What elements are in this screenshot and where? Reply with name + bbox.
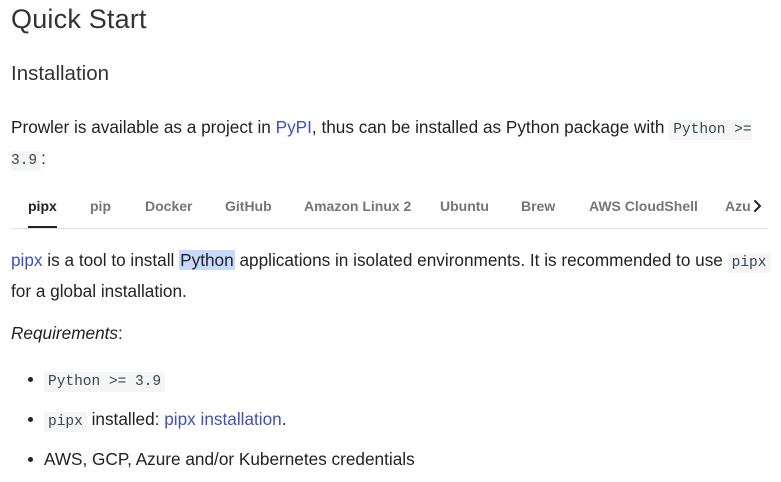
credentials-text: AWS, GCP, Azure and/or Kubernetes creden… (44, 449, 415, 469)
pipx-installation-link[interactable]: pipx installation (164, 409, 282, 429)
bullet-dot (28, 377, 33, 382)
desc-text-3: for a global installation. (11, 281, 187, 301)
pypi-link[interactable]: PyPI (276, 117, 312, 137)
desc-text-1: is a tool to install (42, 250, 180, 270)
intro-paragraph: Prowler is available as a project in PyP… (11, 113, 771, 175)
tab-amazon-linux-2[interactable]: Amazon Linux 2 (304, 186, 411, 226)
section-heading-installation: Installation (11, 62, 110, 85)
page-title: Quick Start (11, 4, 147, 34)
python-version-requirement-code: Python >= 3.9 (44, 372, 166, 392)
desc-text-2: applications in isolated environments. I… (234, 250, 728, 270)
tab-azure-partial[interactable]: Azu (725, 186, 751, 226)
requirements-label: Requirements (11, 323, 118, 343)
list-item-credentials: AWS, GCP, Azure and/or Kubernetes creden… (11, 445, 415, 473)
chevron-right-icon[interactable] (750, 196, 766, 216)
intro-text-middle: , thus can be installed as Python packag… (311, 117, 670, 137)
tab-pip[interactable]: pip (90, 186, 111, 226)
intro-text-end: : (41, 148, 46, 168)
tab-docker[interactable]: Docker (145, 186, 192, 226)
pipx-link[interactable]: pipx (11, 250, 43, 270)
list-item-pipx: pipx installed: pipx installation. (11, 405, 415, 436)
requirements-heading: Requirements: (11, 320, 123, 346)
tab-pipx[interactable]: pipx (28, 186, 57, 228)
highlighted-word-python: Python (179, 250, 235, 270)
bullet-dot (28, 457, 33, 462)
install-method-tabs: pipx pip Docker GitHub Amazon Linux 2 Ub… (11, 186, 768, 229)
intro-text-start: Prowler is available as a project in (11, 117, 276, 137)
pipx-requirement-code: pipx (44, 412, 87, 432)
bullet-dot (28, 417, 33, 422)
pipx-item-period: . (281, 409, 287, 429)
tab-ubuntu[interactable]: Ubuntu (440, 186, 489, 226)
requirements-colon: : (118, 323, 123, 343)
requirements-list: Python >= 3.9 pipx installed: pipx insta… (11, 365, 415, 482)
tab-aws-cloudshell[interactable]: AWS CloudShell (589, 186, 698, 226)
list-item-python-version: Python >= 3.9 (11, 365, 415, 396)
pipx-description: pipx is a tool to install Python applica… (11, 246, 771, 305)
pipx-code: pipx (727, 253, 771, 273)
pipx-installed-text: installed: (86, 409, 165, 429)
tab-brew[interactable]: Brew (521, 186, 555, 226)
tab-github[interactable]: GitHub (225, 186, 272, 226)
